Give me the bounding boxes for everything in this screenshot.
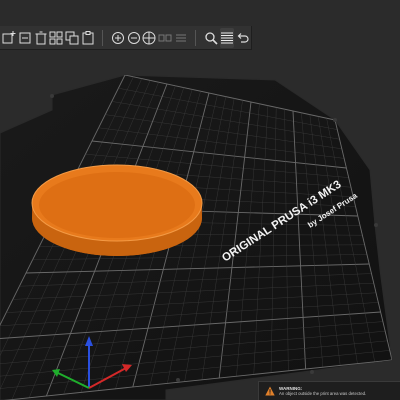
top-toolbar (0, 26, 252, 50)
warning-message: An object outside the print area was det… (279, 391, 367, 396)
split-parts-icon (158, 34, 172, 41)
undo-icon (237, 32, 249, 43)
add-instance-button[interactable] (111, 28, 126, 48)
copy-icon (65, 31, 79, 44)
add-instance-icon (112, 31, 125, 44)
warning-icon (265, 386, 275, 396)
toolbar-separator (195, 29, 196, 46)
search-icon (205, 31, 218, 45)
layer-editing-icon (220, 32, 233, 43)
add-object-icon (2, 30, 16, 43)
add-object-button[interactable] (2, 28, 17, 48)
copy-button[interactable] (65, 28, 80, 48)
delete-icon (19, 32, 31, 43)
delete-all-icon (35, 31, 47, 44)
paste-icon (82, 30, 94, 44)
delete-button[interactable] (18, 28, 33, 48)
search-button[interactable] (204, 28, 219, 48)
toolbar-separator (102, 29, 103, 46)
split-objects-icon (142, 31, 156, 44)
layers-icon (175, 34, 186, 41)
variable-layer-height-button[interactable] (173, 28, 188, 48)
undo-button[interactable] (235, 28, 250, 48)
paste-button[interactable] (80, 28, 95, 48)
layer-editing-button[interactable] (219, 27, 235, 48)
arrange-icon (49, 31, 63, 44)
warning-notification[interactable]: WARNING: An object outside the print are… (258, 381, 400, 400)
disc-inner-face (39, 172, 195, 238)
object-disc[interactable] (31, 164, 203, 256)
split-objects-button[interactable] (142, 28, 157, 48)
arrange-button[interactable] (49, 28, 64, 48)
delete-all-button[interactable] (33, 28, 48, 48)
split-parts-button[interactable] (158, 28, 173, 48)
remove-instance-icon (127, 31, 140, 44)
remove-instance-button[interactable] (126, 28, 141, 48)
3d-viewport[interactable]: ORIGINAL PRUSA i3 MK3 by Josef Prusa (0, 0, 400, 400)
